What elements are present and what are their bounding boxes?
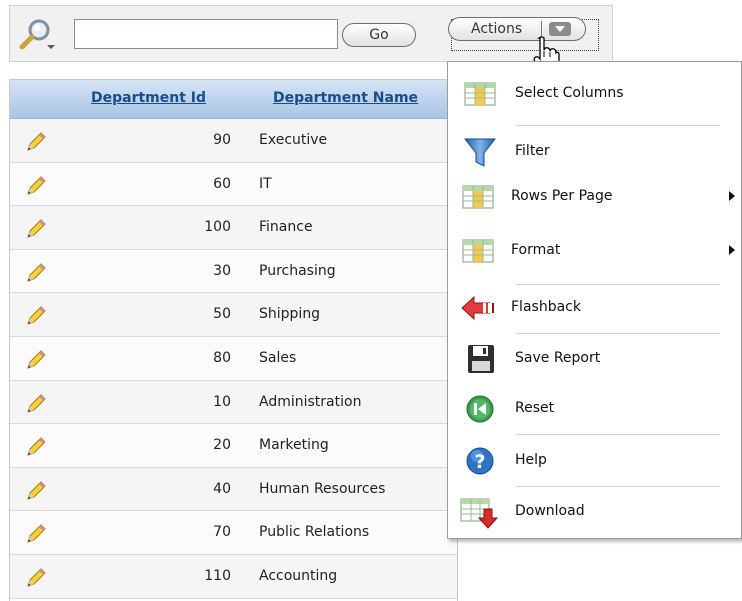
floppy-disk-icon (468, 345, 494, 373)
edit-pencil-icon[interactable] (25, 523, 47, 545)
table-row: 80 Sales (10, 336, 457, 381)
cell-department-name: Finance (259, 219, 313, 236)
cell-department-name: Public Relations (259, 524, 370, 541)
edit-pencil-icon[interactable] (25, 131, 47, 153)
funnel-icon (463, 138, 497, 167)
menu-separator (516, 486, 720, 487)
actions-menu: Select Columns Filter Rows Per Page Form… (447, 61, 742, 539)
cell-department-name: Marketing (259, 437, 329, 454)
table-row: 40 Human Resources (10, 467, 457, 512)
menu-item-reset[interactable]: Reset (448, 389, 741, 429)
column-header-department-name[interactable]: Department Name (273, 90, 418, 106)
help-icon: ? (466, 447, 494, 475)
table-row: 70 Public Relations (10, 511, 457, 555)
menu-item-flashback[interactable]: Flashback (448, 288, 741, 328)
menu-separator (516, 434, 720, 435)
menu-item-label: Flashback (511, 299, 581, 315)
menu-item-select-columns[interactable]: Select Columns (448, 74, 741, 114)
submenu-arrow-icon (729, 245, 735, 255)
actions-button[interactable]: Actions (448, 17, 586, 41)
table-row: 50 Shipping (10, 293, 457, 337)
submenu-arrow-icon (729, 191, 735, 201)
table-row: 110 Accounting (10, 554, 457, 599)
menu-item-label: Help (515, 452, 547, 468)
table-row: 100 Finance (10, 206, 457, 250)
cell-department-id: 10 (213, 393, 231, 410)
cell-department-id: 60 (213, 175, 231, 192)
column-header-department-id[interactable]: Department Id (91, 90, 206, 106)
menu-separator (516, 333, 720, 334)
edit-pencil-icon[interactable] (25, 567, 47, 589)
cell-department-id: 50 (213, 306, 231, 323)
grid-format-icon (462, 239, 494, 263)
search-icon[interactable] (17, 17, 57, 53)
grid-columns-icon (464, 82, 496, 106)
menu-item-help[interactable]: ? Help (448, 441, 741, 481)
cell-department-id: 90 (213, 132, 231, 148)
grid-rows-icon (462, 185, 494, 209)
menu-item-download[interactable]: Download (448, 492, 741, 532)
menu-item-label: Format (511, 242, 561, 258)
menu-item-label: Filter (515, 143, 550, 159)
cell-department-id: 100 (204, 219, 231, 236)
table-body: 90 Executive 60 IT 100 Finance 30 Purcha… (10, 119, 457, 599)
cell-department-name: IT (259, 175, 272, 192)
cell-department-id: 70 (213, 524, 231, 541)
menu-item-label: Reset (515, 400, 555, 416)
search-input[interactable] (74, 19, 338, 49)
cell-department-name: Executive (259, 132, 328, 148)
actions-button-label: Actions (471, 21, 523, 37)
edit-pencil-icon[interactable] (25, 262, 47, 284)
cell-department-name: Sales (259, 349, 297, 366)
edit-pencil-icon[interactable] (25, 480, 47, 502)
table-header: Department Id Department Name (10, 80, 457, 119)
reset-icon (466, 395, 494, 423)
table-row: 10 Administration (10, 380, 457, 425)
cell-department-name: Human Resources (259, 480, 386, 497)
menu-item-filter[interactable]: Filter (448, 132, 741, 172)
table-row: 60 IT (10, 162, 457, 207)
go-button[interactable]: Go (342, 23, 416, 47)
chevron-down-icon[interactable] (549, 22, 571, 36)
edit-pencil-icon[interactable] (25, 349, 47, 371)
cell-department-id: 80 (213, 349, 231, 366)
table-row: 90 Executive (10, 119, 457, 163)
edit-pencil-icon[interactable] (25, 175, 47, 197)
menu-item-rows-per-page[interactable]: Rows Per Page (448, 177, 741, 217)
cell-department-id: 40 (213, 480, 231, 497)
edit-pencil-icon[interactable] (25, 436, 47, 458)
edit-pencil-icon[interactable] (25, 305, 47, 327)
cell-department-name: Purchasing (259, 262, 336, 279)
edit-pencil-icon[interactable] (25, 393, 47, 415)
flashback-arrow-icon (461, 295, 494, 321)
menu-item-label: Rows Per Page (511, 188, 613, 204)
table-row: 20 Marketing (10, 424, 457, 468)
cell-department-name: Administration (259, 393, 362, 410)
cell-department-id: 30 (213, 262, 231, 279)
menu-item-label: Save Report (515, 350, 601, 366)
menu-separator (516, 284, 720, 285)
menu-separator (516, 125, 720, 126)
menu-item-format[interactable]: Format (448, 231, 741, 271)
edit-pencil-icon[interactable] (25, 218, 47, 240)
download-icon (460, 498, 499, 529)
cell-department-name: Accounting (259, 567, 338, 584)
report-table: Department Id Department Name 90 Executi… (9, 79, 458, 601)
svg-text:?: ? (474, 451, 485, 473)
cell-department-id: 20 (213, 437, 231, 454)
menu-item-save-report[interactable]: Save Report (448, 339, 741, 379)
cell-department-id: 110 (204, 567, 231, 584)
menu-item-label: Select Columns (515, 85, 624, 101)
menu-item-label: Download (515, 503, 585, 519)
go-button-label: Go (369, 27, 389, 43)
cell-department-name: Shipping (259, 306, 321, 323)
table-row: 30 Purchasing (10, 249, 457, 294)
